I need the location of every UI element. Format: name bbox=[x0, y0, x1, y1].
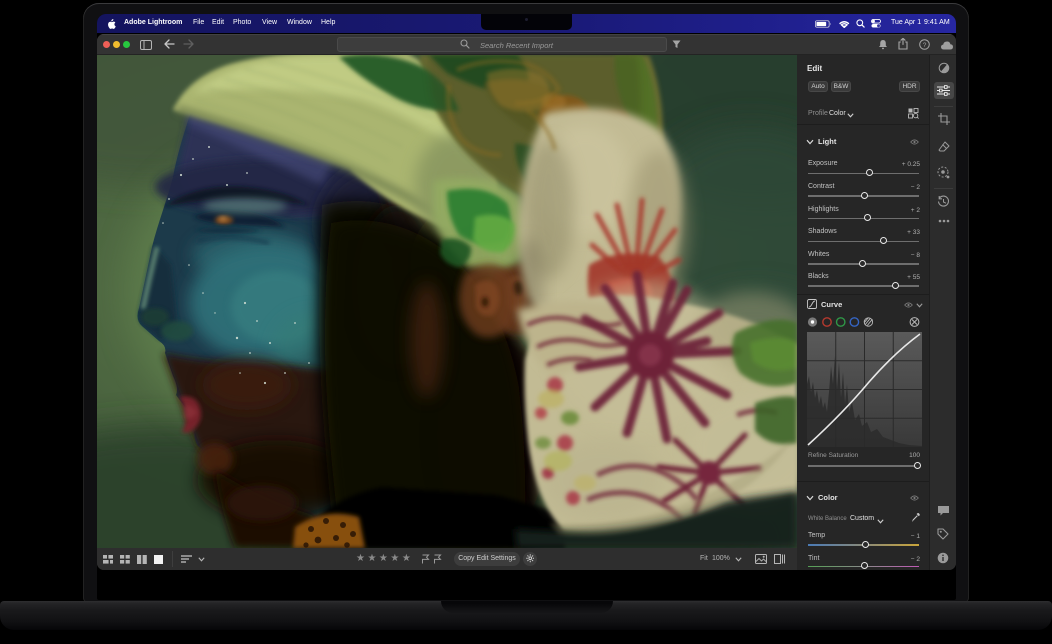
svg-text:?: ? bbox=[923, 42, 927, 49]
